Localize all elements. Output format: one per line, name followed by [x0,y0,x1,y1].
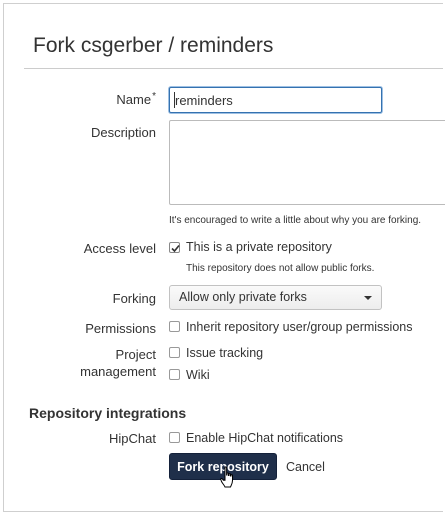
inherit-permissions-label: Inherit repository user/group permission… [186,320,413,334]
checkmark-icon [171,244,180,253]
hipchat-notifications-checkbox[interactable] [169,432,180,443]
issue-tracking-checkbox[interactable] [169,347,180,358]
hand-pointer-icon [220,466,233,488]
inherit-permissions-checkbox[interactable] [169,321,180,332]
hipchat-label: HipChat [109,431,156,446]
forking-select[interactable]: Allow only private forks [169,285,382,310]
text-cursor [174,92,175,108]
private-repository-label: This is a private repository [186,240,332,254]
title-divider [24,68,443,69]
page-title: Fork csgerber / reminders [33,34,274,57]
project-management-label: Project management [80,347,156,379]
forking-selected-value: Allow only private forks [179,290,307,304]
required-marker: * [152,91,156,102]
access-level-label: Access level [83,241,156,256]
name-label: Name* [116,91,156,107]
issue-tracking-label: Issue tracking [186,346,264,360]
permissions-label: Permissions [85,321,156,336]
access-level-help-text: This repository does not allow public fo… [186,263,375,274]
repository-integrations-heading: Repository integrations [29,405,187,421]
description-help-text: It's encouraged to write a little about … [169,215,422,226]
wiki-checkbox[interactable] [169,369,180,380]
private-repository-checkbox[interactable] [169,242,180,253]
repository-name-input[interactable] [169,87,382,113]
forking-label: Forking [112,291,156,306]
description-textarea[interactable] [169,120,445,205]
chevron-down-icon [364,296,372,300]
cancel-link[interactable]: Cancel [286,460,325,474]
wiki-label: Wiki [186,368,210,382]
description-label: Description [90,125,156,140]
hipchat-notifications-label: Enable HipChat notifications [186,431,344,445]
